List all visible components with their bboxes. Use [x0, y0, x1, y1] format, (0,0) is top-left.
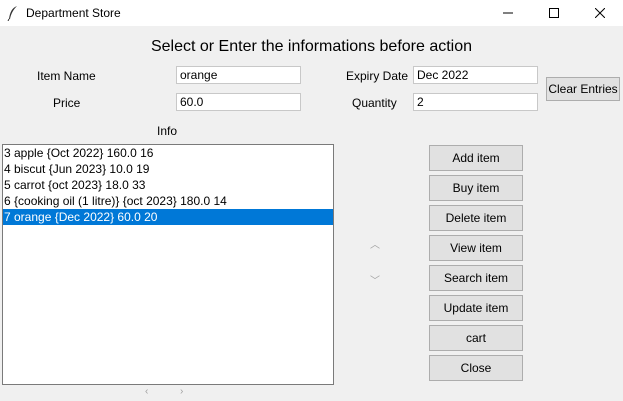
feather-icon — [7, 6, 17, 21]
close-window-button[interactable] — [577, 0, 623, 26]
search-item-button[interactable]: Search item — [429, 265, 523, 291]
page-heading: Select or Enter the informations before … — [150, 38, 473, 55]
window-title: Department Store — [26, 6, 121, 20]
close-button[interactable]: Close — [429, 355, 523, 381]
expiry-date-label: Expiry Date — [346, 69, 409, 83]
close-icon — [595, 8, 605, 18]
maximize-button[interactable] — [531, 0, 577, 26]
list-item[interactable]: 6 {cooking oil (1 litre)} {oct 2023} 180… — [3, 193, 333, 209]
list-item[interactable]: 4 biscut {Jun 2023} 10.0 19 — [3, 161, 333, 177]
maximize-icon — [549, 8, 559, 18]
minimize-button[interactable] — [485, 0, 531, 26]
info-label: Info — [157, 124, 178, 138]
quantity-input[interactable] — [413, 93, 538, 111]
delete-item-button[interactable]: Delete item — [429, 205, 523, 231]
item-name-label: Item Name — [37, 69, 96, 83]
price-label: Price — [53, 96, 81, 110]
title-bar: Department Store — [0, 0, 623, 26]
scroll-up-icon[interactable]: ︿ — [370, 236, 380, 251]
add-item-button[interactable]: Add item — [429, 145, 523, 171]
update-item-button[interactable]: Update item — [429, 295, 523, 321]
quantity-label: Quantity — [352, 96, 397, 110]
clear-entries-button[interactable]: Clear Entries — [546, 77, 620, 101]
cart-button[interactable]: cart — [429, 325, 523, 351]
items-listbox[interactable]: 3 apple {Oct 2022} 160.0 16 4 biscut {Ju… — [2, 144, 334, 385]
expiry-date-input[interactable] — [413, 66, 538, 84]
minimize-icon — [503, 12, 513, 14]
item-name-input[interactable] — [176, 66, 301, 84]
horizontal-scrollbar[interactable]: ‹ › — [140, 386, 196, 401]
scroll-down-icon[interactable]: ﹀ — [370, 272, 380, 287]
list-item-selected[interactable]: 7 orange {Dec 2022} 60.0 20 — [3, 209, 333, 225]
list-item[interactable]: 5 carrot {oct 2023} 18.0 33 — [3, 177, 333, 193]
buy-item-button[interactable]: Buy item — [429, 175, 523, 201]
list-item[interactable]: 3 apple {Oct 2022} 160.0 16 — [3, 145, 333, 161]
vertical-scrollbar[interactable]: ︿ ﹀ — [366, 234, 384, 290]
view-item-button[interactable]: View item — [429, 235, 523, 261]
price-input[interactable] — [176, 93, 301, 111]
scroll-left-icon[interactable]: ‹ — [145, 386, 148, 397]
scroll-right-icon[interactable]: › — [180, 386, 183, 397]
